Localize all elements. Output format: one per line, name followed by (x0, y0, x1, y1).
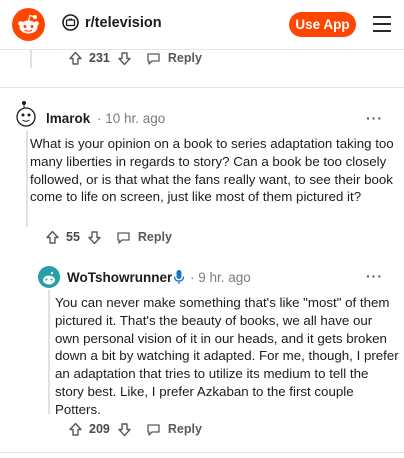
reply-icon (147, 423, 160, 436)
mic-icon (173, 270, 185, 284)
use-app-button[interactable]: Use App (289, 12, 356, 37)
avatar[interactable] (14, 99, 38, 129)
hamburger-menu-icon[interactable] (373, 16, 391, 32)
comment-timestamp: · 10 hr. ago (97, 111, 166, 126)
avatar[interactable] (38, 266, 60, 288)
subreddit-name: r/television (85, 14, 162, 31)
comment-body: You can never make something that's like… (55, 295, 399, 417)
thread-line (48, 290, 50, 414)
subreddit-link[interactable]: r/television (62, 14, 162, 31)
divider (0, 452, 404, 453)
reply-button[interactable]: Reply (116, 230, 172, 245)
top-bar: r/television Use App (0, 0, 404, 50)
upvote-icon[interactable] (68, 422, 83, 437)
subreddit-icon (62, 14, 79, 31)
reply-icon (117, 231, 130, 244)
comment-timestamp: · 9 hr. ago (190, 270, 251, 285)
comment-actions: 231 Reply (68, 48, 202, 68)
comment-body: What is your opinion on a book to series… (30, 136, 394, 205)
more-options-icon[interactable]: ··· (366, 268, 383, 284)
reply-button[interactable]: Reply (146, 51, 202, 66)
downvote-icon[interactable] (117, 422, 132, 437)
comment-author[interactable]: lmarok (46, 111, 90, 126)
thread-line (30, 50, 32, 68)
thread-line (26, 131, 28, 227)
reply-icon (147, 52, 160, 65)
reply-label: Reply (167, 422, 202, 436)
divider (0, 87, 404, 88)
comment-actions: 55 Reply (45, 227, 172, 247)
more-options-icon[interactable]: ··· (366, 110, 383, 126)
vote-count: 209 (89, 422, 110, 436)
vote-count: 231 (89, 51, 110, 65)
vote-count: 55 (66, 230, 80, 244)
reply-label: Reply (137, 230, 172, 244)
downvote-icon[interactable] (117, 51, 132, 66)
upvote-icon[interactable] (45, 230, 60, 245)
reply-label: Reply (167, 51, 202, 65)
reddit-logo-icon[interactable] (12, 8, 45, 41)
comment-author[interactable]: WoTshowrunner (67, 270, 172, 285)
upvote-icon[interactable] (68, 51, 83, 66)
downvote-icon[interactable] (87, 230, 102, 245)
reply-button[interactable]: Reply (146, 422, 202, 437)
comment-actions: 209 Reply (68, 419, 202, 439)
